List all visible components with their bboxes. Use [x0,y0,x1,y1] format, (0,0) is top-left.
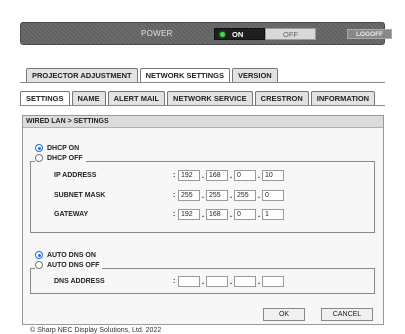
panel-title: WIRED LAN > SETTINGS [23,116,383,128]
tab-divider [20,105,385,106]
tab-network-service[interactable]: NETWORK SERVICE [167,91,253,105]
gateway-label: GATEWAY [54,211,89,218]
subnet-octet-input[interactable]: 255 [206,190,228,201]
subnet-octet-input[interactable]: 0 [262,190,284,201]
power-bar: POWER ON OFF LOGOFF [20,22,392,45]
tab-label: NETWORK SERVICE [173,94,247,103]
tab-name[interactable]: NAME [71,91,106,105]
dhcp-off-option[interactable]: DHCP OFF [35,154,86,162]
dhcp-on-label: DHCP ON [47,144,80,152]
settings-panel: WIRED LAN > SETTINGS DHCP ON DHCP OFF IP… [22,115,384,325]
dhcp-off-radio[interactable] [35,154,43,162]
power-off-label: OFF [283,29,298,39]
tab-settings[interactable]: SETTINGS [20,91,70,105]
tab-label: VERSION [237,71,272,80]
tab-crestron[interactable]: CRESTRON [254,91,309,105]
auto-dns-off-radio[interactable] [35,261,43,269]
tab-label: PROJECTOR ADJUSTMENT [32,71,132,80]
tab-label: INFORMATION [316,94,370,103]
subnet-mask-field: 255. 255. 255. 0 [178,190,284,201]
auto-dns-on-radio[interactable] [35,251,43,259]
dns-octet-input[interactable] [178,276,200,287]
cancel-label: CANCEL [332,311,362,318]
tab-label: SETTINGS [26,94,64,103]
tab-label: CRESTRON [260,94,303,103]
ip-octet-input[interactable]: 0 [234,170,256,181]
ip-octet-input[interactable]: 192 [178,170,200,181]
colon: : [173,172,176,179]
colon: : [173,192,176,199]
dns-address-field: . . . [178,276,284,287]
subnet-octet-input[interactable]: 255 [234,190,256,201]
tab-label: NAME [77,94,100,103]
tab-label: ALERT MAIL [113,94,160,103]
logoff-button[interactable]: LOGOFF [347,29,392,39]
ip-octet-input[interactable]: 10 [262,170,284,181]
ok-button[interactable]: OK [263,308,305,321]
cancel-button[interactable]: CANCEL [321,308,373,321]
colon: : [173,211,176,218]
dhcp-on-radio[interactable] [35,144,43,152]
ip-address-field: 192. 168. 0. 10 [178,170,284,181]
gateway-octet-input[interactable]: 1 [262,209,284,220]
power-on-label: ON [232,29,244,39]
auto-dns-off-option[interactable]: AUTO DNS OFF [35,261,103,269]
copyright-footer: © Sharp NEC Display Solutions, Ltd. 2022 [30,327,162,334]
colon: : [173,278,176,285]
tab-divider [20,82,385,83]
tab-information[interactable]: INFORMATION [310,91,376,105]
ip-address-label: IP ADDRESS [54,172,97,179]
subnet-mask-label: SUBNET MASK [54,192,106,199]
power-on-button[interactable]: ON [214,28,265,40]
main-tabs: PROJECTOR ADJUSTMENT NETWORK SETTINGS VE… [26,68,280,82]
auto-dns-off-label: AUTO DNS OFF [47,261,100,269]
gateway-octet-input[interactable]: 192 [178,209,200,220]
dns-octet-input[interactable] [206,276,228,287]
dhcp-off-label: DHCP OFF [47,154,83,162]
gateway-octet-input[interactable]: 0 [234,209,256,220]
gateway-field: 192. 168. 0. 1 [178,209,284,220]
tab-version[interactable]: VERSION [231,68,278,82]
ip-octet-input[interactable]: 168 [206,170,228,181]
logoff-label: LOGOFF [355,30,384,38]
tab-projector-adjustment[interactable]: PROJECTOR ADJUSTMENT [26,68,138,82]
subnet-octet-input[interactable]: 255 [178,190,200,201]
auto-dns-on-option[interactable]: AUTO DNS ON [35,251,99,259]
dhcp-on-option[interactable]: DHCP ON [35,144,83,152]
ok-label: OK [278,311,290,318]
power-led-icon [220,31,225,37]
dns-octet-input[interactable] [262,276,284,287]
power-label: POWER [141,29,173,38]
sub-tabs: SETTINGS NAME ALERT MAIL NETWORK SERVICE… [20,91,377,105]
gateway-octet-input[interactable]: 168 [206,209,228,220]
tab-alert-mail[interactable]: ALERT MAIL [107,91,166,105]
power-off-button[interactable]: OFF [265,28,316,40]
dns-address-label: DNS ADDRESS [54,278,105,285]
tab-network-settings[interactable]: NETWORK SETTINGS [139,68,230,82]
dns-octet-input[interactable] [234,276,256,287]
auto-dns-on-label: AUTO DNS ON [47,251,96,259]
tab-label: NETWORK SETTINGS [145,71,224,80]
